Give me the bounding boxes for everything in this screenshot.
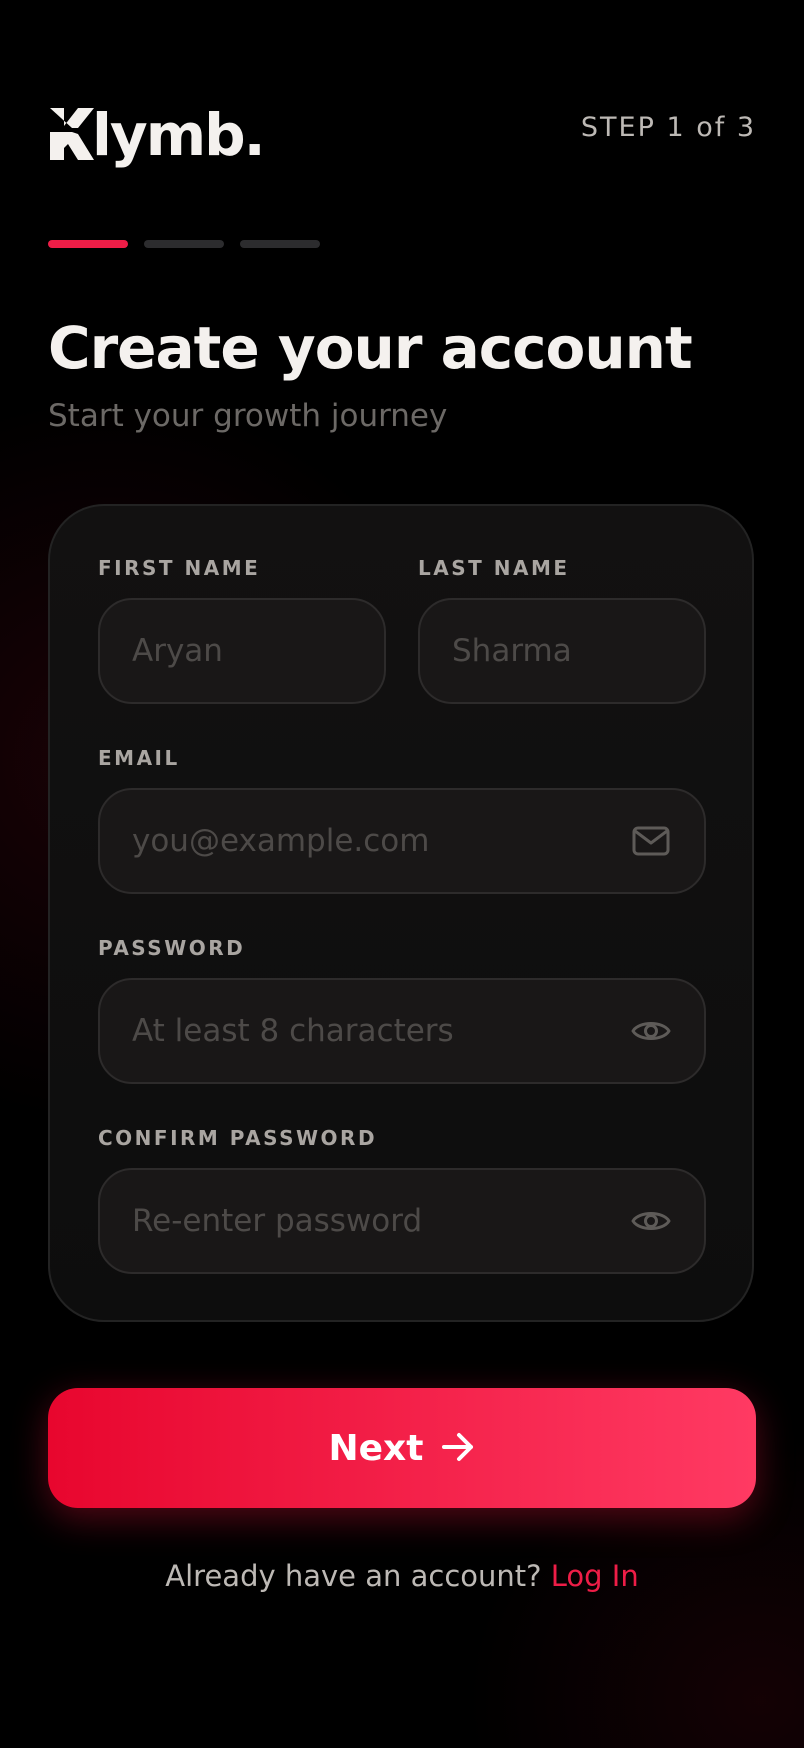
first-name-input[interactable] xyxy=(132,633,352,669)
email-field[interactable] xyxy=(98,788,706,894)
mail-icon xyxy=(630,820,672,862)
stylized-k-icon xyxy=(48,106,94,162)
step-progress-bar xyxy=(48,240,320,248)
eye-icon[interactable] xyxy=(630,1200,672,1242)
page-title: Create your account xyxy=(48,314,693,382)
last-name-input[interactable] xyxy=(452,633,672,669)
password-label: PASSWORD xyxy=(98,936,246,960)
progress-segment-3 xyxy=(240,240,320,248)
password-field[interactable] xyxy=(98,978,706,1084)
top-header: lymb. STEP 1 of 3 xyxy=(48,92,756,169)
last-name-field[interactable] xyxy=(418,598,706,704)
brand-name: lymb. xyxy=(92,101,266,169)
arrow-right-icon xyxy=(441,1432,475,1465)
eye-icon[interactable] xyxy=(630,1010,672,1052)
first-name-field[interactable] xyxy=(98,598,386,704)
confirm-password-label: CONFIRM PASSWORD xyxy=(98,1126,378,1150)
first-name-label: FIRST NAME xyxy=(98,556,261,580)
signup-form-card: FIRST NAME LAST NAME EMAIL PASSWORD CONF… xyxy=(48,504,754,1322)
confirm-password-field[interactable] xyxy=(98,1168,706,1274)
progress-segment-1 xyxy=(48,240,128,248)
progress-segment-2 xyxy=(144,240,224,248)
page-subtitle: Start your growth journey xyxy=(48,398,448,434)
password-input[interactable] xyxy=(132,1013,618,1049)
step-indicator-label: STEP 1 of 3 xyxy=(580,111,756,143)
login-prompt-text: Already have an account? xyxy=(165,1559,542,1593)
email-input[interactable] xyxy=(132,823,618,859)
next-button[interactable]: Next xyxy=(48,1388,756,1508)
email-label: EMAIL xyxy=(98,746,180,770)
brand-logo: lymb. xyxy=(48,92,266,169)
last-name-label: LAST NAME xyxy=(418,556,570,580)
login-link[interactable]: Log In xyxy=(551,1559,639,1593)
login-prompt: Already have an account? Log In xyxy=(0,1556,804,1596)
confirm-password-input[interactable] xyxy=(132,1203,618,1239)
next-button-label: Next xyxy=(328,1427,424,1469)
